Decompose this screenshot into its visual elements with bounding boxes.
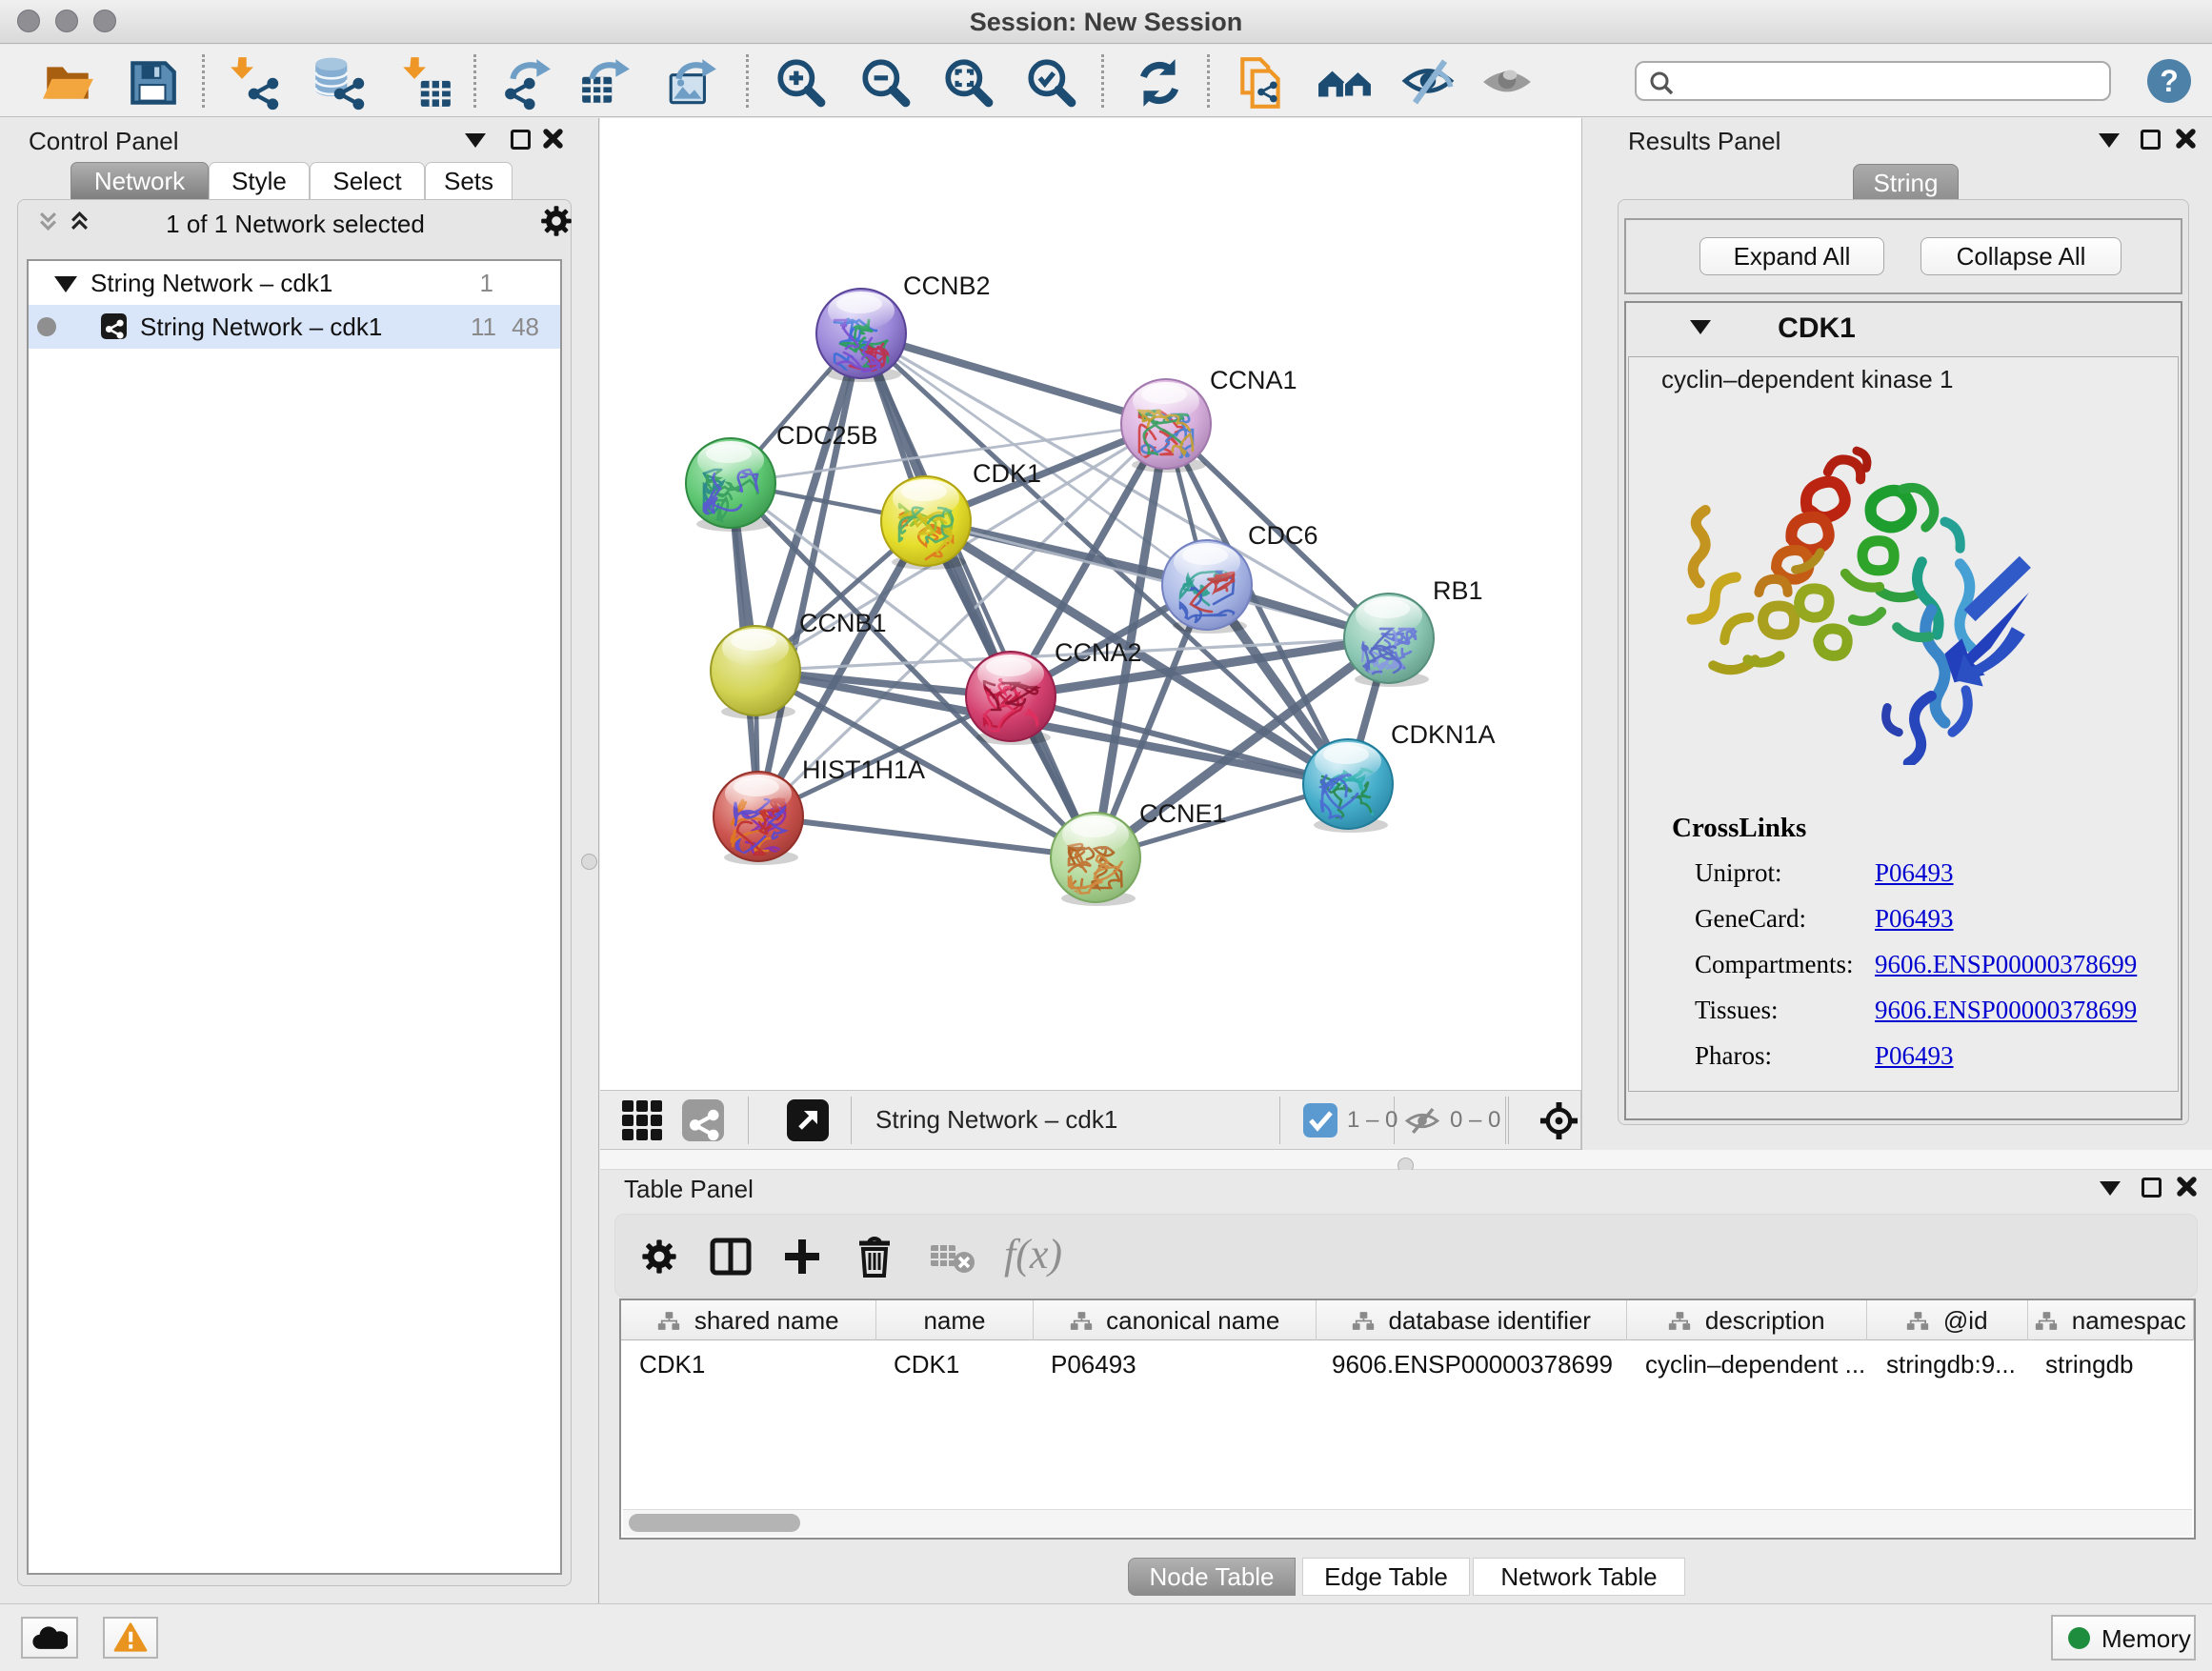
- svg-text:CDK1: CDK1: [973, 459, 1041, 488]
- svg-text:CDC25B: CDC25B: [776, 421, 878, 450]
- svg-text:CDKN1A: CDKN1A: [1391, 720, 1496, 749]
- svg-text:CCNA2: CCNA2: [1055, 638, 1142, 667]
- svg-text:CCNB2: CCNB2: [903, 272, 991, 300]
- svg-text:HIST1H1A: HIST1H1A: [802, 755, 925, 784]
- svg-text:CCNB1: CCNB1: [799, 609, 887, 637]
- svg-text:RB1: RB1: [1433, 576, 1483, 605]
- svg-text:CCNA1: CCNA1: [1210, 366, 1297, 394]
- svg-text:CCNE1: CCNE1: [1139, 799, 1227, 828]
- svg-text:CDC6: CDC6: [1248, 521, 1318, 550]
